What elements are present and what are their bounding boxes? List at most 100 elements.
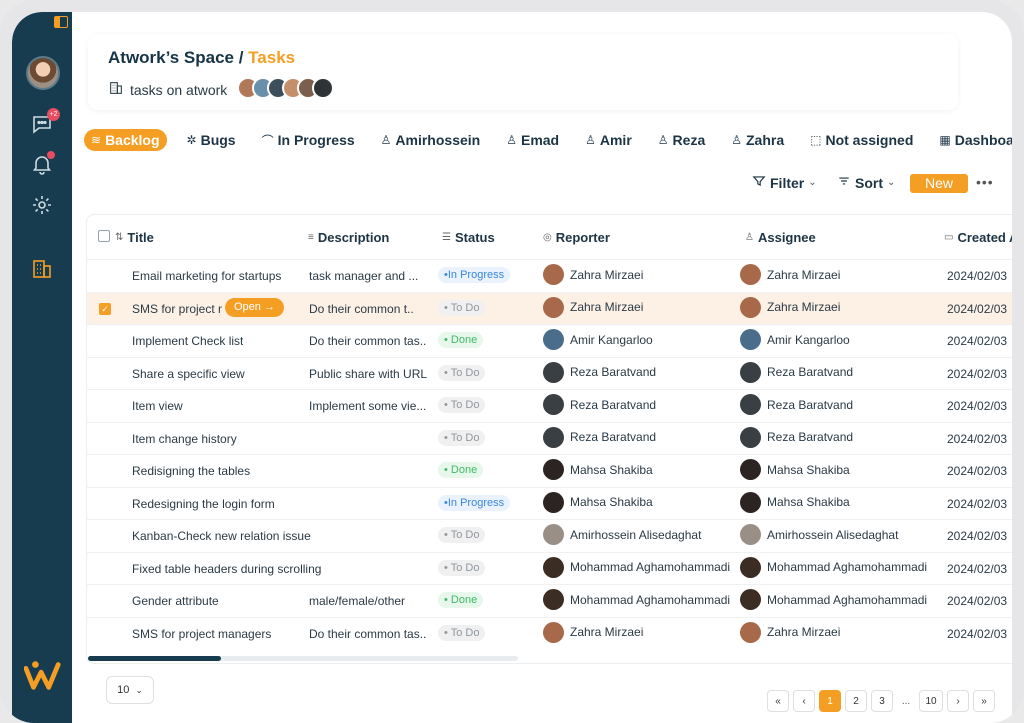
assignee[interactable]: Mohammad Aghamohammadi bbox=[740, 589, 927, 610]
status-badge[interactable]: • To Do bbox=[438, 624, 486, 641]
tab-zahra[interactable]: ♙ Zahra bbox=[731, 129, 784, 151]
assignee[interactable]: Zahra Mirzaei bbox=[740, 264, 840, 285]
row-checkbox[interactable]: ✓ bbox=[99, 302, 111, 315]
member-avatars[interactable] bbox=[237, 77, 334, 99]
assignee[interactable]: Mohammad Aghamohammadi bbox=[740, 556, 927, 578]
task-title[interactable]: SMS for project managers bbox=[132, 627, 271, 641]
status-badge[interactable]: •In Progress bbox=[438, 494, 511, 511]
assignee[interactable]: Reza Baratvand bbox=[740, 361, 853, 383]
table-row[interactable]: Email marketing for startups task manager… bbox=[87, 259, 1012, 292]
assignee[interactable]: Zahra Mirzaei bbox=[740, 621, 840, 643]
column-header-created[interactable]: ▭Created At bbox=[944, 230, 1012, 245]
table-row[interactable]: Item view Implement some vie... • To Do Rez… bbox=[87, 389, 1012, 422]
more-options-icon[interactable]: ••• bbox=[976, 174, 994, 190]
table-row[interactable]: Share a specific view Public share with U… bbox=[87, 356, 1012, 390]
column-header-title[interactable]: ⇅ Title bbox=[115, 230, 154, 245]
page-size-select[interactable]: 10 ⌄ bbox=[106, 676, 154, 704]
tab-backlog[interactable]: ≋ Backlog bbox=[84, 129, 167, 151]
bell-icon[interactable] bbox=[30, 151, 55, 176]
page-button-3[interactable]: 3 bbox=[871, 690, 893, 712]
status-badge[interactable]: • To Do bbox=[438, 397, 486, 413]
new-task-button[interactable]: New bbox=[910, 174, 968, 193]
tab-amir[interactable]: ♙ Amir bbox=[585, 129, 632, 151]
assignee[interactable]: Amirhossein Alisedaghat bbox=[740, 524, 898, 545]
task-title[interactable]: Gender attribute bbox=[132, 594, 219, 608]
status-badge[interactable]: •In Progress bbox=[438, 267, 511, 283]
task-title[interactable]: Kanban-Check new relation issue bbox=[132, 529, 311, 543]
member-avatar[interactable] bbox=[312, 77, 334, 99]
open-task-button[interactable]: Open → bbox=[225, 297, 284, 317]
tab-bugs[interactable]: ✲ Bugs bbox=[187, 129, 236, 151]
status-badge[interactable]: • To Do bbox=[438, 527, 486, 543]
tab-not-assigned[interactable]: ⬚ Not assigned bbox=[810, 129, 913, 151]
status-badge[interactable]: • Done bbox=[438, 592, 484, 608]
table-row[interactable]: Redesigning the login form •In Progress Ma… bbox=[87, 486, 1012, 520]
status-badge[interactable]: • Done bbox=[438, 462, 484, 478]
task-title[interactable]: Share a specific view bbox=[132, 367, 245, 381]
first-page-button[interactable]: « bbox=[767, 690, 789, 712]
sidebar-toggle-icon[interactable] bbox=[54, 16, 68, 28]
table-row[interactable]: SMS for project managers Do their common … bbox=[87, 616, 1012, 650]
space-name[interactable]: Atwork’s Space bbox=[108, 48, 234, 67]
table-row[interactable]: Fixed table headers during scrolling • To… bbox=[87, 551, 1012, 585]
reporter[interactable]: Reza Baratvand bbox=[543, 426, 656, 448]
assignee[interactable]: Amir Kangarloo bbox=[740, 329, 850, 350]
task-title[interactable]: Email marketing for startups bbox=[132, 269, 281, 283]
status-badge[interactable]: • Done bbox=[438, 332, 484, 348]
assignee[interactable]: Reza Baratvand bbox=[740, 426, 853, 448]
page-button-last[interactable]: 10 bbox=[919, 690, 943, 712]
reporter[interactable]: Reza Baratvand bbox=[543, 394, 656, 415]
table-row[interactable]: Redisigning the tables • Done Mahsa Shakib… bbox=[87, 454, 1012, 487]
filter-button[interactable]: Filter ⌄ bbox=[752, 174, 817, 191]
next-page-button[interactable]: › bbox=[947, 690, 969, 712]
assignee[interactable]: Mahsa Shakiba bbox=[740, 491, 850, 513]
tab-amirhossein[interactable]: ♙ Amirhossein bbox=[381, 129, 481, 151]
status-badge[interactable]: • To Do bbox=[438, 559, 486, 576]
horizontal-scrollbar[interactable] bbox=[88, 656, 518, 661]
task-title[interactable]: Redesigning the login form bbox=[132, 497, 275, 511]
reporter[interactable]: Zahra Mirzaei bbox=[543, 264, 643, 285]
reporter[interactable]: Zahra Mirzaei bbox=[543, 296, 643, 318]
select-all-checkbox[interactable] bbox=[98, 230, 110, 242]
prev-page-button[interactable]: ‹ bbox=[793, 690, 815, 712]
table-row[interactable]: Implement Check list Do their common tas.… bbox=[87, 324, 1012, 357]
reporter[interactable]: Zahra Mirzaei bbox=[543, 621, 643, 643]
status-badge[interactable]: • To Do bbox=[438, 299, 486, 316]
task-title[interactable]: Item change history bbox=[132, 432, 237, 446]
reporter[interactable]: Mahsa Shakiba bbox=[543, 491, 653, 513]
user-avatar[interactable] bbox=[26, 56, 60, 90]
tab-in-progress[interactable]: ⌒ In Progress bbox=[262, 129, 355, 151]
table-row[interactable]: ✓ SMS for project managersOpen → Do their … bbox=[87, 291, 1012, 325]
task-title[interactable]: Item view bbox=[132, 399, 183, 413]
sort-button[interactable]: Sort ⌄ bbox=[837, 174, 895, 191]
status-badge[interactable]: • To Do bbox=[438, 429, 486, 446]
reporter[interactable]: Reza Baratvand bbox=[543, 361, 656, 383]
table-row[interactable]: Item change history • To Do Reza Baratvand… bbox=[87, 421, 1012, 455]
reporter[interactable]: Mahsa Shakiba bbox=[543, 459, 653, 480]
chat-icon[interactable]: +2 bbox=[30, 108, 60, 136]
reporter[interactable]: Mohammad Aghamohammadi bbox=[543, 556, 730, 578]
assignee[interactable]: Zahra Mirzaei bbox=[740, 296, 840, 318]
column-header-reporter[interactable]: ◎ Reporter bbox=[543, 230, 610, 245]
task-title[interactable]: Implement Check list bbox=[132, 334, 243, 348]
task-title[interactable]: Fixed table headers during scrolling bbox=[132, 562, 321, 576]
task-title[interactable]: SMS for project managers bbox=[132, 302, 222, 316]
tab-reza[interactable]: ♙ Reza bbox=[658, 129, 705, 151]
assignee[interactable]: Reza Baratvand bbox=[740, 394, 853, 415]
tab-dashboard[interactable]: ▦Dashboard bbox=[939, 129, 1012, 151]
page-button-2[interactable]: 2 bbox=[845, 690, 867, 712]
column-header-assignee[interactable]: ♙ Assignee bbox=[745, 230, 816, 245]
scrollbar-thumb[interactable] bbox=[88, 656, 221, 661]
table-row[interactable]: Gender attribute male/female/other • Done M… bbox=[87, 584, 1012, 617]
reporter[interactable]: Mohammad Aghamohammadi bbox=[543, 589, 730, 610]
table-row[interactable]: Kanban-Check new relation issue • To Do Am… bbox=[87, 519, 1012, 552]
column-header-description[interactable]: ≡ Description bbox=[308, 230, 389, 245]
tab-emad[interactable]: ♙ Emad bbox=[506, 129, 559, 151]
page-button-1[interactable]: 1 bbox=[819, 690, 841, 712]
building-icon[interactable] bbox=[30, 257, 54, 281]
reporter[interactable]: Amir Kangarloo bbox=[543, 329, 653, 350]
reporter[interactable]: Amirhossein Alisedaghat bbox=[543, 524, 701, 545]
column-header-status[interactable]: ☰ Status bbox=[442, 230, 495, 245]
assignee[interactable]: Mahsa Shakiba bbox=[740, 459, 850, 480]
gear-icon[interactable] bbox=[30, 193, 54, 217]
